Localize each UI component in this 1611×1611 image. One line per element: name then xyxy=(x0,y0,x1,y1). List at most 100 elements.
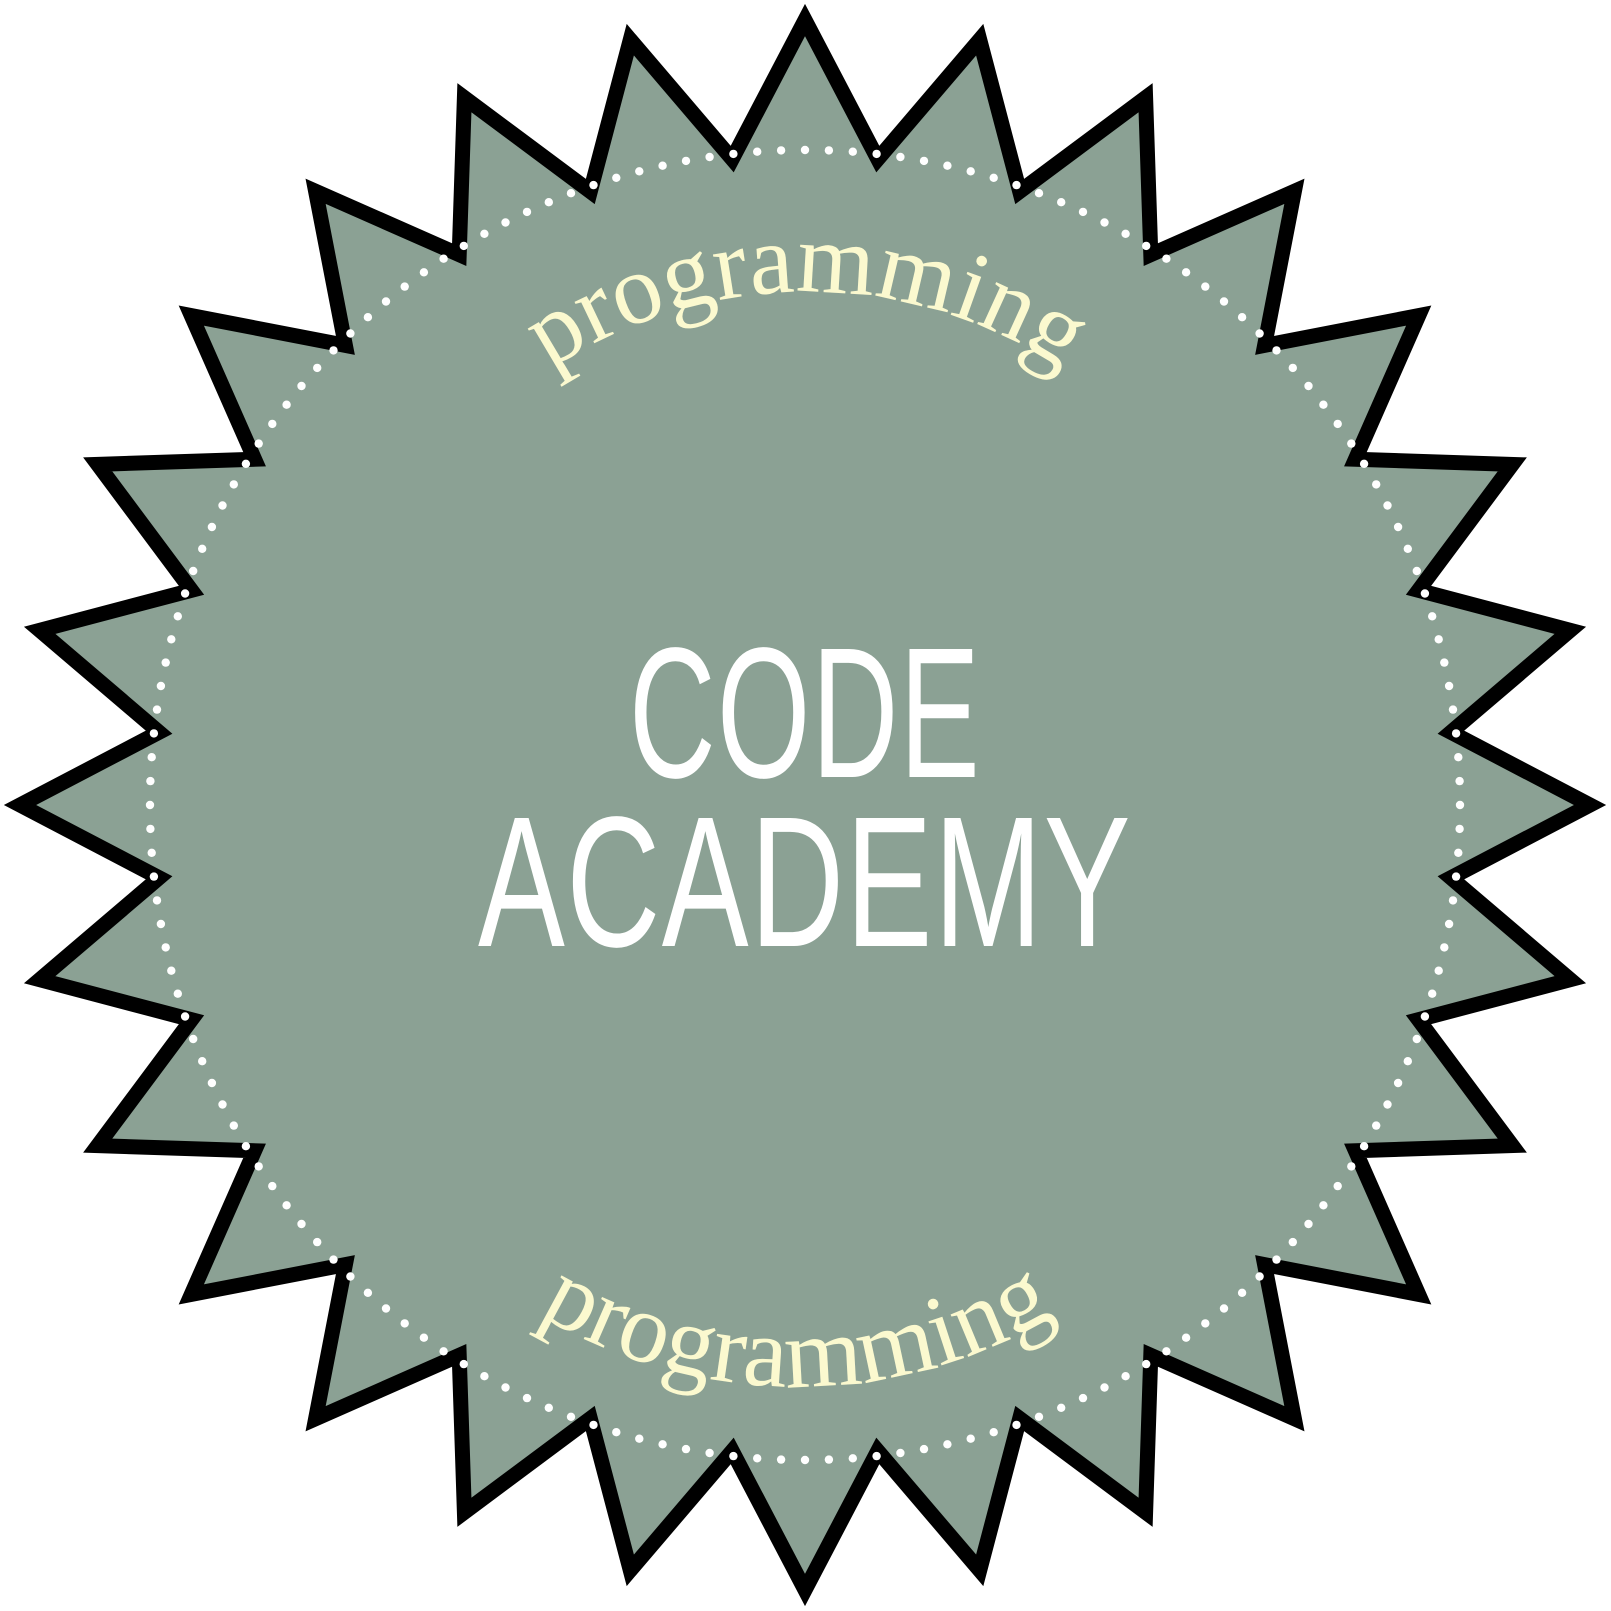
ring-dot xyxy=(167,635,176,644)
ring-dot xyxy=(147,753,156,762)
ring-dot xyxy=(1448,705,1458,714)
ring-dot xyxy=(896,1448,905,1458)
ring-dot xyxy=(1440,943,1449,952)
ring-dot xyxy=(1100,218,1109,227)
ring-dot xyxy=(146,776,155,786)
ring-dot xyxy=(459,241,468,251)
ring-dot xyxy=(400,282,409,291)
ring-dot xyxy=(313,1237,322,1247)
ring-dot xyxy=(282,400,291,409)
ring-dot xyxy=(297,381,306,391)
ring-dot xyxy=(189,1034,198,1044)
ring-dot xyxy=(173,612,182,621)
ring-dot xyxy=(282,1201,291,1210)
ring-dot xyxy=(824,1455,834,1464)
ring-dot xyxy=(229,1121,238,1130)
ring-dot xyxy=(1162,1347,1171,1356)
ring-dot xyxy=(1455,800,1465,810)
ring-dot xyxy=(329,1255,338,1264)
ring-dot xyxy=(268,1181,277,1191)
ring-dot xyxy=(943,161,952,170)
ring-dot xyxy=(635,167,644,176)
ring-dot xyxy=(776,146,786,155)
ring-dot xyxy=(1412,1034,1422,1044)
ring-dot xyxy=(1403,1057,1413,1066)
ring-dot xyxy=(459,1359,468,1369)
ring-dot xyxy=(189,566,198,576)
ring-dot xyxy=(1359,459,1369,468)
ring-dot xyxy=(400,1319,409,1328)
ring-dot xyxy=(1304,381,1313,391)
ring-dot xyxy=(1440,658,1449,667)
ring-dot xyxy=(848,147,857,156)
ring-dot xyxy=(297,1219,306,1229)
ring-dot xyxy=(522,1393,532,1403)
ring-dot xyxy=(658,1440,667,1449)
ring-dot xyxy=(207,1078,217,1088)
ring-dot xyxy=(612,1428,621,1437)
title-line-academy: ACADEMY xyxy=(478,779,1132,986)
ring-dot xyxy=(1181,1333,1191,1342)
ring-dot xyxy=(1237,313,1247,322)
ring-dot xyxy=(1319,400,1328,409)
ring-dot xyxy=(1237,1288,1247,1298)
ring-dot xyxy=(152,896,162,905)
ring-dot xyxy=(198,544,207,553)
ring-dot xyxy=(439,1347,448,1356)
ring-dot xyxy=(1078,1393,1088,1403)
ring-dot xyxy=(776,1455,786,1464)
ring-dot xyxy=(753,1454,762,1463)
ring-dot xyxy=(147,848,156,857)
ring-dot xyxy=(161,658,170,667)
ring-dot xyxy=(1455,824,1464,834)
ring-dot xyxy=(1347,439,1356,448)
ring-dot xyxy=(1333,1181,1342,1191)
ring-dot xyxy=(268,419,277,429)
ring-dot xyxy=(1444,681,1454,691)
ring-dot xyxy=(229,480,238,489)
ring-dot xyxy=(753,147,762,156)
ring-dot xyxy=(501,218,510,227)
ring-dot xyxy=(1304,1219,1313,1229)
ring-dot xyxy=(313,363,322,373)
ring-dot xyxy=(145,800,155,810)
ring-dot xyxy=(872,149,881,159)
ring-dot xyxy=(1420,1012,1430,1021)
ring-dot xyxy=(1383,1100,1392,1109)
ring-dot xyxy=(156,681,166,691)
ring-dot xyxy=(1034,189,1044,198)
ring-dot xyxy=(173,989,182,998)
ring-dot xyxy=(681,156,691,166)
badge-graphic: programming programming CODE ACADEMY xyxy=(3,3,1607,1607)
ring-dot xyxy=(329,346,338,355)
ring-dot xyxy=(167,966,176,975)
ring-dot xyxy=(156,919,166,929)
ring-dot xyxy=(1412,566,1422,576)
ring-dot xyxy=(1372,1121,1381,1130)
ring-dot xyxy=(241,1142,251,1151)
ring-dot xyxy=(1219,297,1229,306)
ring-dot xyxy=(1162,254,1171,263)
ring-dot xyxy=(207,522,217,532)
ring-dot xyxy=(1434,635,1443,644)
ring-dot xyxy=(1403,544,1413,553)
ring-dot xyxy=(989,1428,998,1437)
ring-dot xyxy=(218,501,227,510)
ring-dot xyxy=(1393,522,1403,532)
ring-dot xyxy=(149,729,159,738)
ring-dot xyxy=(729,1451,738,1461)
ring-dot xyxy=(1428,612,1437,621)
ring-dot xyxy=(824,146,834,155)
ring-dot xyxy=(544,198,553,207)
ring-dot xyxy=(1434,966,1443,975)
ring-dot xyxy=(872,1451,881,1461)
ring-dot xyxy=(180,1012,190,1021)
ring-dot xyxy=(566,1412,576,1422)
ring-dot xyxy=(1255,329,1264,338)
ring-dot xyxy=(966,1434,975,1443)
ring-dot xyxy=(1121,1372,1130,1381)
ring-dot xyxy=(152,705,162,714)
ring-dot xyxy=(1181,268,1191,277)
ring-dot xyxy=(681,1444,691,1454)
ring-dot xyxy=(1451,729,1461,738)
